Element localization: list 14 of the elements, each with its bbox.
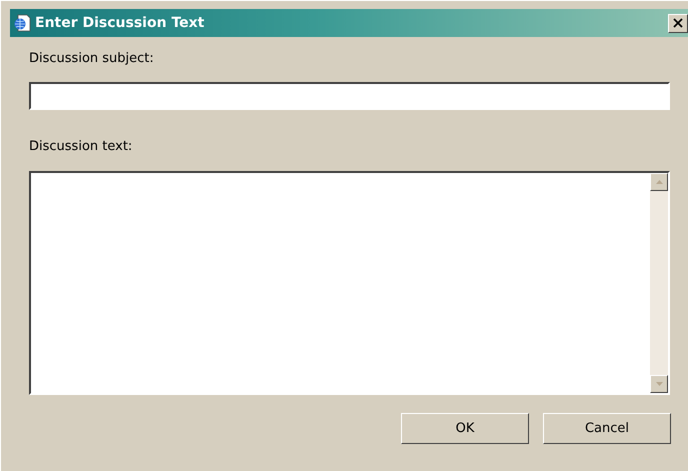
ok-button[interactable]: OK [401,413,529,444]
scrollbar[interactable] [650,173,668,393]
up-arrow-icon [656,180,662,184]
down-arrow-icon [656,382,662,386]
close-button[interactable] [668,14,688,32]
close-icon [673,18,683,28]
window-title: Enter Discussion Text [35,15,206,31]
scroll-down-button[interactable] [650,375,668,393]
field-label: Discussion subject: [29,51,155,68]
subject-field[interactable] [29,82,670,110]
globe-page-icon [13,14,31,32]
scroll-up-button[interactable] [650,173,668,191]
cancel-button[interactable]: Cancel [543,413,671,444]
field-label: Discussion text: [29,139,134,156]
